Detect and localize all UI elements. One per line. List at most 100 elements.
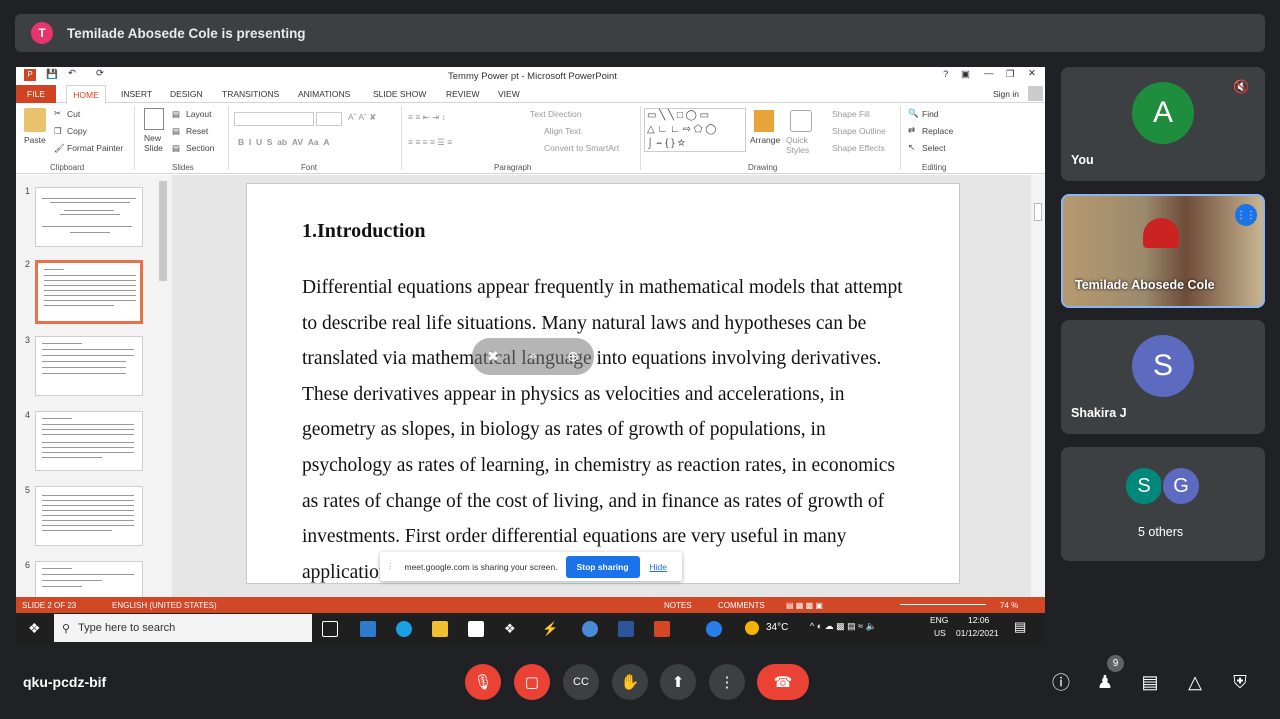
captions-button[interactable]: CC — [563, 664, 599, 700]
paste-button[interactable]: Paste — [24, 135, 46, 145]
windows-start-icon[interactable]: ❖ — [28, 620, 41, 637]
grow-font-icon[interactable]: Aˆ Aˇ ✘ — [348, 112, 376, 123]
arrange-button[interactable]: Arrange — [750, 135, 780, 145]
clock-time[interactable]: 12:06 — [968, 615, 989, 625]
shapes-gallery[interactable]: ▭ ╲ ╲ □ ◯ ▭ △ ∟ ∟ ⇨ ⬠ ◯ ⌡ ⌢ { } ☆ — [644, 108, 746, 152]
activities-icon[interactable]: △ — [1184, 671, 1206, 693]
tab-view[interactable]: VIEW — [498, 89, 520, 99]
slide-thumbnail[interactable] — [35, 411, 143, 471]
format-painter-button[interactable]: Format Painter — [67, 143, 123, 153]
copy-icon[interactable]: ❐ — [54, 126, 62, 137]
camera-off-button[interactable]: ▢ — [514, 664, 550, 700]
mute-presentation-icon[interactable]: ✖ — [487, 348, 499, 365]
drag-handle-icon[interactable]: ⋮ — [386, 561, 395, 572]
participant-tile-others[interactable]: S G 5 others — [1061, 447, 1265, 561]
weather-icon[interactable] — [745, 621, 759, 635]
reset-icon[interactable]: ▤ — [172, 126, 180, 137]
cut-button[interactable]: Cut — [67, 109, 80, 119]
quick-styles-button[interactable]: Quick Styles — [786, 135, 814, 155]
undo-icon[interactable]: ↶ — [68, 68, 76, 79]
replace-button[interactable]: Replace — [922, 126, 953, 136]
leave-call-button[interactable]: ☎ — [757, 664, 809, 700]
shape-effects-button[interactable]: Shape Effects — [832, 143, 885, 153]
font-name-box[interactable] — [234, 112, 314, 126]
format-painter-icon[interactable]: 🖌 — [54, 143, 65, 154]
new-slide-button[interactable]: New Slide — [144, 133, 170, 153]
zoom-level[interactable]: 74 % — [1000, 601, 1018, 610]
section-icon[interactable]: ▤ — [172, 143, 180, 154]
people-icon[interactable]: ♟ — [1094, 671, 1116, 693]
tab-transitions[interactable]: TRANSITIONS — [222, 89, 279, 99]
font-size-box[interactable] — [316, 112, 342, 126]
ribbon-display-icon[interactable]: ▣ — [961, 69, 970, 80]
system-tray-icons[interactable]: ^ ◐ ☁ ▩ ▤ ≈ 🔈 — [810, 621, 877, 632]
participant-tile-you[interactable]: A 🔇 You — [1061, 67, 1265, 181]
shape-outline-button[interactable]: Shape Outline — [832, 126, 886, 136]
close-icon[interactable]: ✕ — [1028, 68, 1036, 79]
task-view-icon[interactable] — [322, 621, 338, 637]
restore-icon[interactable]: ❐ — [1006, 69, 1015, 80]
host-controls-icon[interactable]: ⛨ — [1229, 671, 1251, 693]
slides-pane-scrollbar[interactable] — [157, 175, 169, 597]
tab-design[interactable]: DESIGN — [170, 89, 203, 99]
tab-file[interactable]: FILE — [16, 85, 56, 103]
layout-icon[interactable]: ▤ — [172, 109, 180, 120]
help-icon[interactable]: ? — [943, 69, 948, 80]
reset-button[interactable]: Reset — [186, 126, 208, 136]
input-region[interactable]: US — [934, 628, 946, 638]
text-direction-button[interactable]: Text Direction — [530, 109, 582, 119]
slide-scrollbar[interactable] — [1031, 175, 1045, 597]
slide-canvas[interactable]: 1.Introduction Differential equations ap… — [246, 183, 960, 584]
notifications-icon[interactable]: ▤ — [1014, 619, 1026, 635]
section-button[interactable]: Section — [186, 143, 214, 153]
taskbar-search[interactable]: ⚲ Type here to search — [54, 614, 312, 642]
raise-hand-button[interactable]: ✋ — [612, 664, 648, 700]
zoom-slider[interactable] — [900, 604, 986, 605]
edge-icon[interactable] — [396, 621, 412, 637]
slide-thumbnail[interactable] — [35, 486, 143, 546]
meeting-details-icon[interactable]: ⓘ — [1050, 671, 1072, 693]
slide-thumbnail[interactable] — [35, 187, 143, 247]
file-explorer-icon[interactable] — [432, 621, 448, 637]
slide-thumbnail[interactable] — [35, 336, 143, 396]
zoom-icon[interactable]: ⊕ — [567, 348, 579, 365]
find-button[interactable]: Find — [922, 109, 939, 119]
stop-sharing-button[interactable]: Stop sharing — [565, 555, 640, 578]
input-lang[interactable]: ENG — [930, 615, 948, 625]
font-format-icons[interactable]: B I U S ab AV Aa A — [238, 137, 329, 147]
layout-button[interactable]: Layout — [186, 109, 212, 119]
chat-icon[interactable]: ▤ — [1139, 671, 1161, 693]
slide-thumbnail-selected[interactable] — [35, 260, 143, 324]
mic-off-button[interactable]: 🎙 — [465, 664, 501, 700]
arrange-icon[interactable] — [754, 110, 774, 132]
shape-fill-button[interactable]: Shape Fill — [832, 109, 870, 119]
save-icon[interactable]: 💾 — [46, 69, 58, 80]
tab-animations[interactable]: ANIMATIONS — [298, 89, 350, 99]
view-buttons-icon[interactable]: ▤ ▦ ▩ ▣ — [786, 601, 823, 610]
list-icons[interactable]: ≡ ≡ ⇤ ⇥ ↕ — [408, 112, 446, 123]
weather-temp[interactable]: 34°C — [766, 622, 788, 633]
minimize-icon[interactable]: — — [984, 68, 994, 79]
app-icon[interactable]: ⚡ — [542, 621, 558, 637]
convert-smartart-button[interactable]: Convert to SmartArt — [544, 143, 619, 153]
comments-button[interactable]: COMMENTS — [718, 601, 765, 610]
quick-styles-icon[interactable] — [790, 110, 812, 132]
find-icon[interactable]: 🔍 — [908, 108, 919, 119]
word-icon[interactable] — [618, 621, 634, 637]
help-app-icon[interactable] — [706, 621, 722, 637]
amazon-icon[interactable] — [468, 621, 484, 637]
redo-icon[interactable]: ⟳ — [96, 68, 104, 79]
cut-icon[interactable]: ✂ — [54, 108, 61, 119]
sign-in-link[interactable]: Sign in — [993, 89, 1019, 99]
hide-link[interactable]: Hide — [650, 562, 667, 572]
new-slide-icon[interactable] — [144, 108, 164, 130]
notes-button[interactable]: NOTES — [664, 601, 692, 610]
tab-insert[interactable]: INSERT — [121, 89, 152, 99]
participant-tile-presenter[interactable]: ⋮⋮ Temilade Abosede Cole — [1061, 194, 1265, 308]
tab-review[interactable]: REVIEW — [446, 89, 480, 99]
mail-icon[interactable] — [360, 621, 376, 637]
paste-icon[interactable] — [24, 108, 46, 132]
align-icons[interactable]: ≡ ≡ ≡ ≡ ☰ ≡ — [408, 137, 452, 148]
globe-icon[interactable] — [582, 621, 598, 637]
participant-tile-shakira[interactable]: S Shakira J — [1061, 320, 1265, 434]
